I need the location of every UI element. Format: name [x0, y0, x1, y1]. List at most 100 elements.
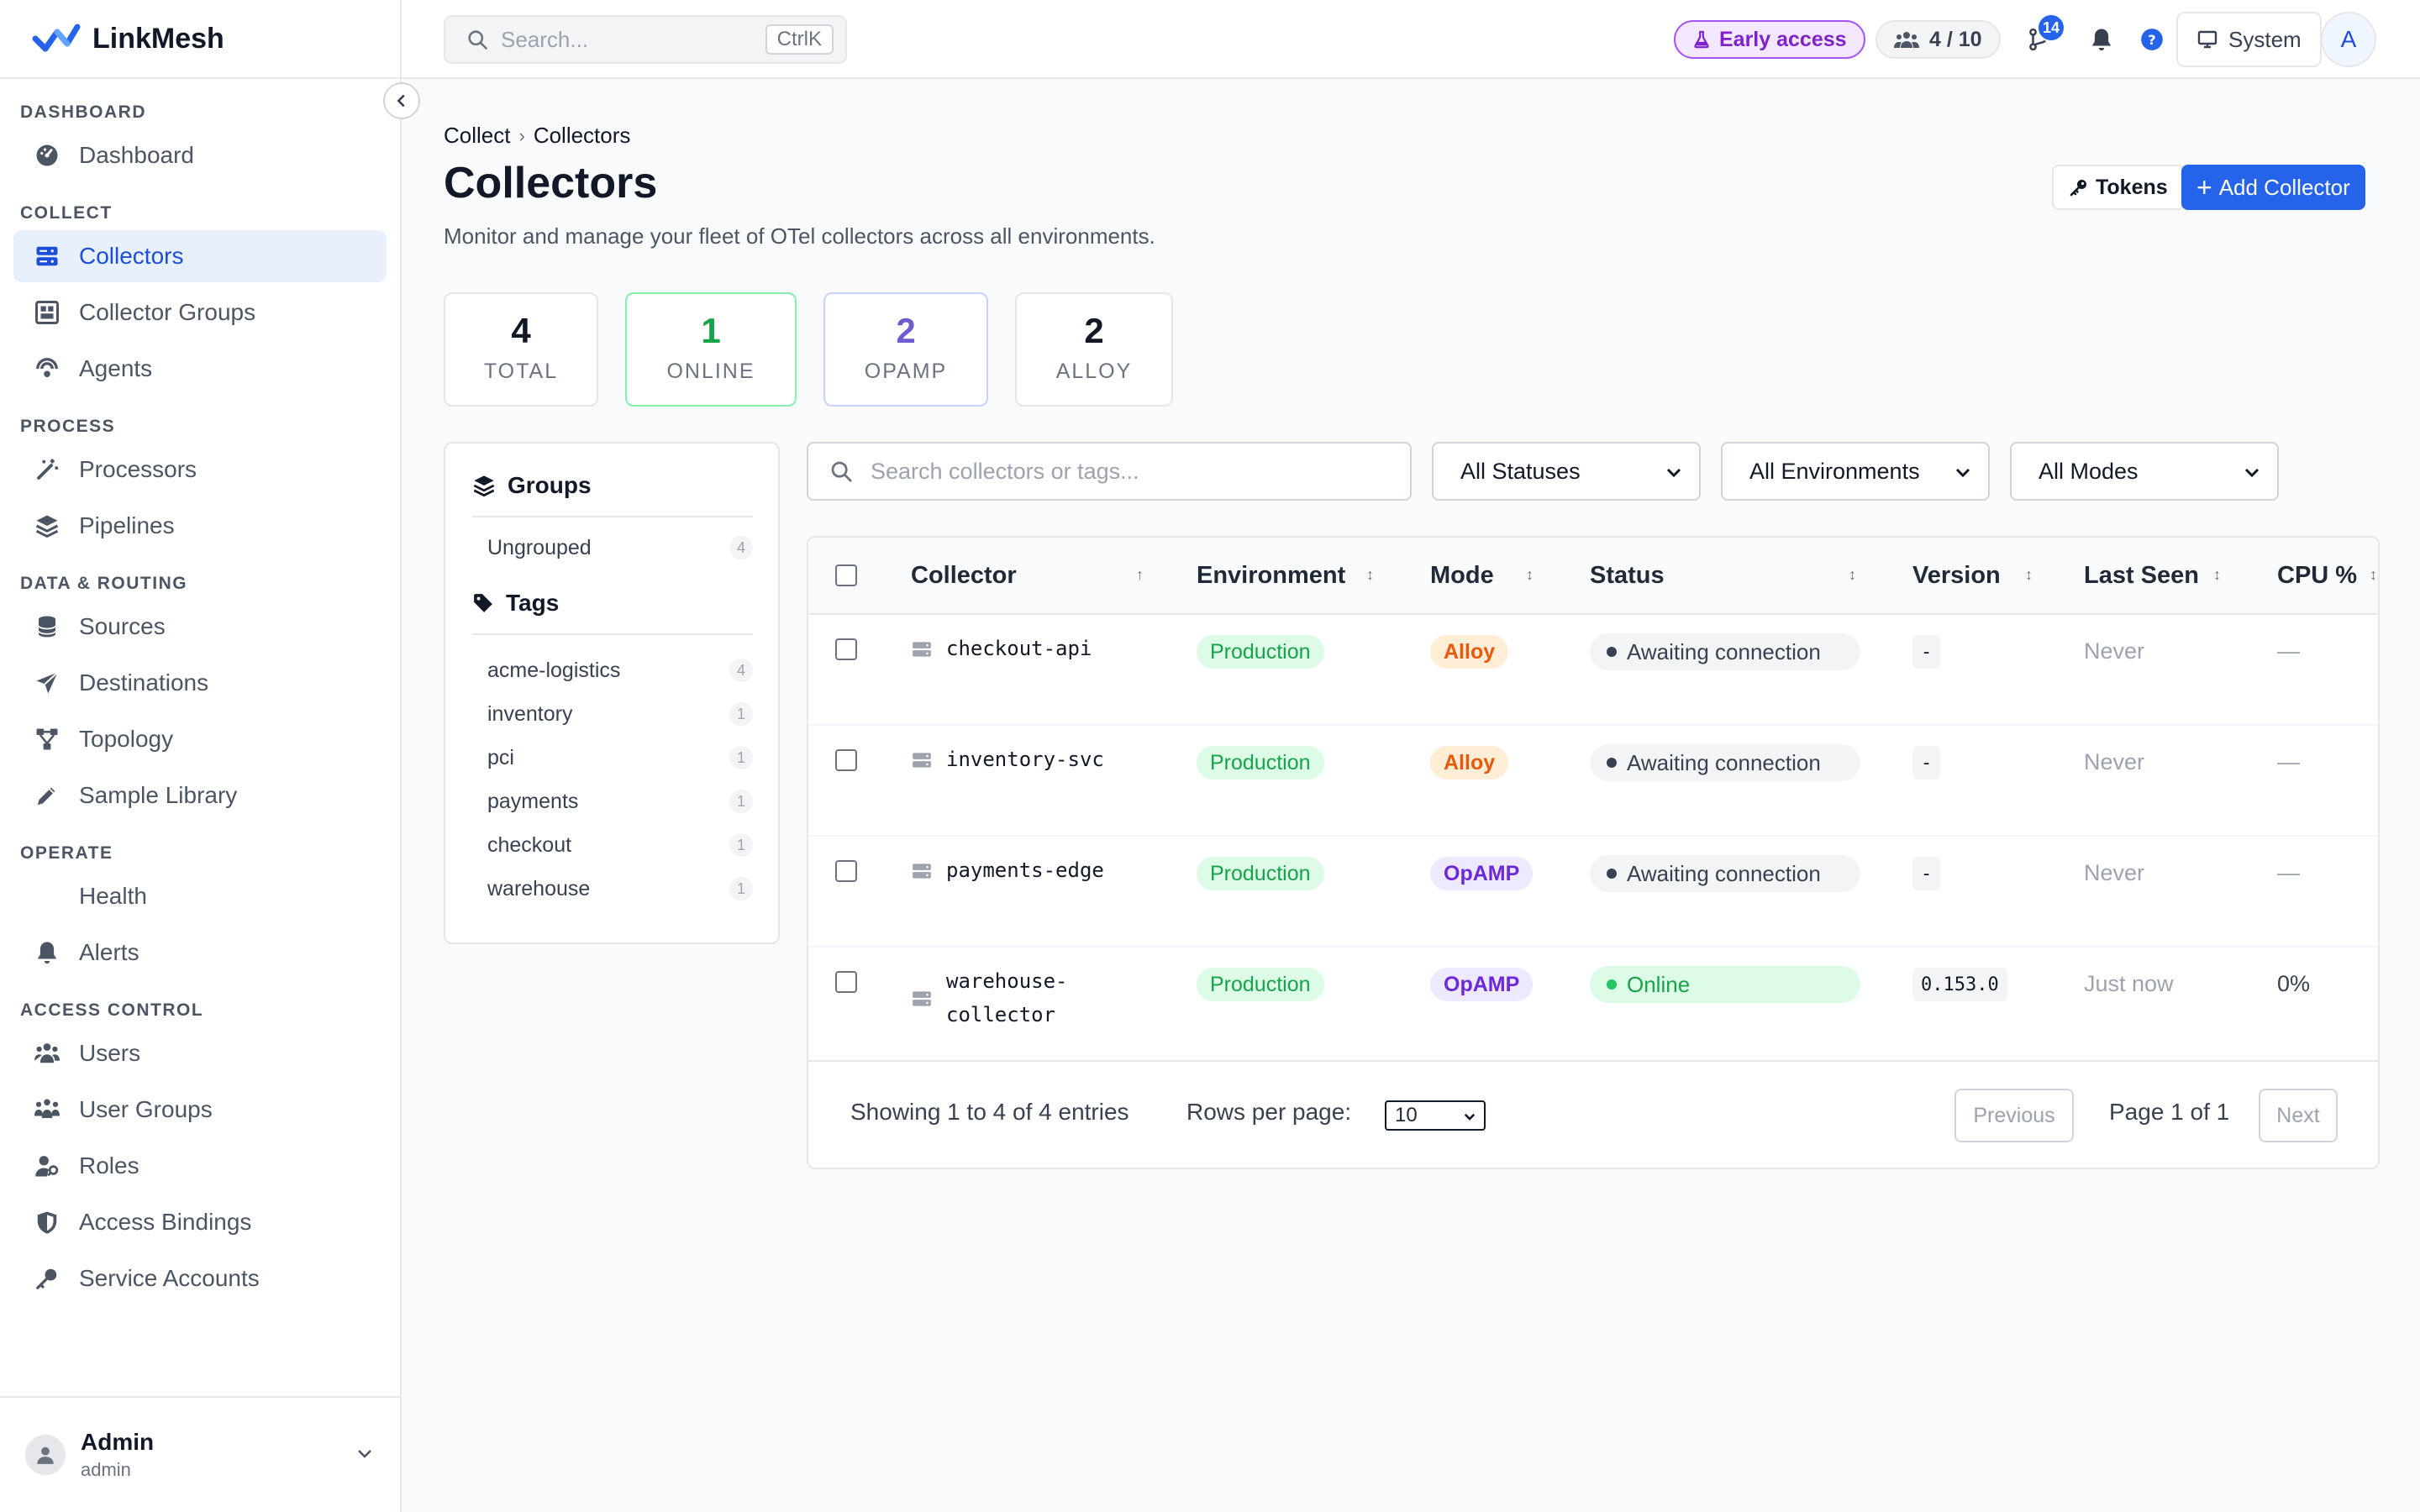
- next-page-button[interactable]: Next: [2259, 1089, 2338, 1142]
- sort-asc-icon[interactable]: ↑: [1136, 566, 1144, 584]
- global-search-placeholder: Search...: [501, 26, 589, 52]
- brand[interactable]: LinkMesh: [0, 0, 400, 79]
- column-last-seen[interactable]: Last Seen: [2084, 538, 2199, 613]
- status-dot-icon: [1607, 758, 1617, 768]
- table-row[interactable]: payments-edge Production OpAMP Awaiting …: [808, 837, 2378, 948]
- groups-panel: Groups Ungrouped 4 Tags acme-logistics 4 in…: [444, 442, 780, 944]
- column-status[interactable]: Status: [1590, 538, 1665, 613]
- help-button[interactable]: ?: [2136, 24, 2168, 55]
- tag-item-inventory[interactable]: inventory 1: [472, 692, 753, 736]
- tag-icon: [474, 594, 492, 612]
- collector-name[interactable]: payments-edge: [946, 853, 1104, 887]
- seats-usage[interactable]: 4 / 10: [1876, 20, 2001, 59]
- column-version[interactable]: Version: [1912, 538, 2001, 613]
- environment-filter-select[interactable]: All Environments: [1721, 442, 1990, 501]
- stat-alloy[interactable]: 2 ALLOY: [1015, 292, 1173, 407]
- status-label: Awaiting connection: [1627, 860, 1821, 886]
- collector-search-input[interactable]: Search collectors or tags...: [807, 442, 1412, 501]
- status-badge: Online: [1590, 966, 1860, 1003]
- tag-item-pci[interactable]: pci 1: [472, 736, 753, 780]
- sort-icon[interactable]: ↕: [2213, 566, 2221, 584]
- sort-icon[interactable]: ↕: [2025, 566, 2033, 584]
- table-row[interactable]: checkout-api Production Alloy Awaiting c…: [808, 615, 2378, 726]
- sidebar-item-users[interactable]: Users: [13, 1027, 387, 1079]
- sidebar-item-processors[interactable]: Processors: [13, 444, 387, 496]
- tag-item-warehouse[interactable]: warehouse 1: [472, 867, 753, 911]
- theme-selector-button[interactable]: System: [2176, 12, 2322, 67]
- sidebar-item-sources[interactable]: Sources: [13, 601, 387, 653]
- sidebar-item-alerts[interactable]: Alerts: [13, 927, 387, 979]
- column-mode[interactable]: Mode: [1430, 538, 1494, 613]
- rows-per-page-value: 10: [1395, 1104, 1418, 1126]
- sidebar-item-collectors[interactable]: Collectors: [13, 230, 387, 282]
- group-item-ungrouped[interactable]: Ungrouped 4: [472, 526, 753, 570]
- chevron-down-icon: [358, 1450, 371, 1458]
- sidebar-item-collector-groups[interactable]: Collector Groups: [13, 286, 387, 339]
- linkmesh-logo-icon: [32, 24, 81, 52]
- sidebar-item-agents[interactable]: Agents: [13, 343, 387, 395]
- status-filter-select[interactable]: All Statuses: [1432, 442, 1701, 501]
- row-checkbox[interactable]: [835, 749, 857, 771]
- row-checkbox[interactable]: [835, 971, 857, 993]
- status-filter-value: All Statuses: [1460, 458, 1581, 484]
- rows-per-page-select[interactable]: 10: [1385, 1100, 1486, 1131]
- breadcrumb-collect[interactable]: Collect: [444, 123, 510, 149]
- status-badge: Awaiting connection: [1590, 744, 1860, 781]
- tag-list: acme-logistics 4 inventory 1 pci 1 payments 1 ch…: [472, 635, 753, 911]
- sidebar-item-label: Service Accounts: [79, 1265, 260, 1291]
- sidebar-item-pipelines[interactable]: Pipelines: [13, 500, 387, 552]
- collectors-table: Collector ↑ Environment ↕ Mode ↕ Status …: [807, 536, 2380, 1169]
- collector-search-placeholder: Search collectors or tags...: [871, 458, 1139, 484]
- monitor-icon: [2197, 30, 2217, 49]
- early-access-badge[interactable]: Early access: [1674, 20, 1865, 59]
- mode-filter-select[interactable]: All Modes: [2010, 442, 2279, 501]
- tag-item-label: acme-logistics: [487, 658, 621, 682]
- sidebar-item-dashboard[interactable]: Dashboard: [13, 129, 387, 181]
- sidebar-item-destinations[interactable]: Destinations: [13, 657, 387, 709]
- sidebar-item-access-bindings[interactable]: Access Bindings: [13, 1196, 387, 1248]
- sidebar-collapse-button[interactable]: [383, 82, 420, 119]
- row-checkbox[interactable]: [835, 638, 857, 660]
- user-name: Admin: [81, 1429, 155, 1455]
- table-row[interactable]: warehouse-collector Production OpAMP Onl…: [808, 948, 2378, 1058]
- database-icon: [34, 613, 60, 640]
- tokens-button[interactable]: Tokens: [2052, 165, 2185, 210]
- column-environment[interactable]: Environment: [1197, 538, 1345, 613]
- sidebar-item-topology[interactable]: Topology: [13, 713, 387, 765]
- add-collector-button[interactable]: + Add Collector: [2181, 165, 2365, 210]
- stat-opamp[interactable]: 2 OPAMP: [823, 292, 988, 407]
- table-row[interactable]: inventory-svc Production Alloy Awaiting …: [808, 726, 2378, 837]
- version-badge: 0.153.0: [1912, 968, 2007, 1001]
- sort-icon[interactable]: ↕: [1849, 566, 1856, 584]
- tag-item-label: warehouse: [487, 876, 591, 900]
- environment-badge: Production: [1197, 635, 1324, 669]
- sidebar-item-roles[interactable]: Roles: [13, 1140, 387, 1192]
- stat-total[interactable]: 4 TOTAL: [444, 292, 598, 407]
- user-menu[interactable]: Admin admin: [0, 1396, 400, 1512]
- nav-section-title: PROCESS: [20, 417, 116, 436]
- row-checkbox[interactable]: [835, 860, 857, 882]
- column-collector[interactable]: Collector: [911, 538, 1017, 613]
- tag-item-acme-logistics[interactable]: acme-logistics 4: [472, 648, 753, 692]
- notifications-button[interactable]: [2086, 24, 2118, 55]
- collector-name[interactable]: checkout-api: [946, 632, 1092, 665]
- sort-icon[interactable]: ↕: [1526, 566, 1534, 584]
- sort-icon[interactable]: ↕: [1366, 566, 1374, 584]
- sort-icon[interactable]: ↕: [2370, 566, 2377, 584]
- previous-page-button[interactable]: Previous: [1954, 1089, 2074, 1142]
- collector-name[interactable]: inventory-svc: [946, 743, 1104, 776]
- select-all-checkbox[interactable]: [835, 564, 857, 586]
- user-avatar-button[interactable]: A: [2321, 12, 2376, 67]
- sidebar-item-health[interactable]: Health: [13, 870, 387, 922]
- stat-online[interactable]: 1 ONLINE: [625, 292, 797, 407]
- topbar: Search... CtrlK Early access 4 / 10 14 ?…: [402, 0, 2420, 79]
- tag-item-count: 1: [729, 877, 753, 900]
- tag-item-payments[interactable]: payments 1: [472, 780, 753, 823]
- global-search-input[interactable]: Search... CtrlK: [444, 15, 847, 64]
- column-cpu[interactable]: CPU %: [2277, 538, 2357, 613]
- sidebar-item-service-accounts[interactable]: Service Accounts: [13, 1252, 387, 1305]
- tag-item-checkout[interactable]: checkout 1: [472, 823, 753, 867]
- sidebar-item-sample-library[interactable]: Sample Library: [13, 769, 387, 822]
- collector-name[interactable]: warehouse-collector: [946, 964, 1068, 1032]
- sidebar-item-user-groups[interactable]: User Groups: [13, 1084, 387, 1136]
